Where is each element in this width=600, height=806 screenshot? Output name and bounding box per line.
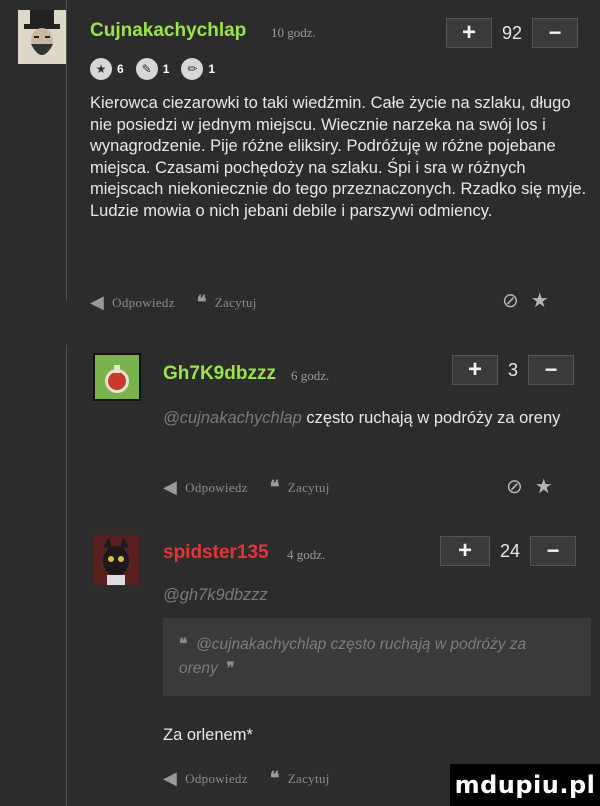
upvote-button[interactable]: +	[446, 18, 492, 48]
quote-label: Zacytuj	[287, 479, 330, 495]
reply-label: Odpowiedz	[185, 770, 248, 786]
upvote-button[interactable]: +	[452, 355, 498, 385]
reply-arrow-icon: ◀	[90, 292, 105, 313]
medal-icon: ★	[90, 58, 112, 80]
quote-icon: ❝	[196, 292, 207, 313]
vote-score: 3	[507, 359, 518, 380]
quote-link[interactable]: ❝ Zacytuj	[197, 292, 257, 313]
quote-icon: ❝	[269, 768, 280, 789]
username[interactable]: Cujnakachychlap	[90, 20, 246, 42]
vote-widget: + 24 −	[440, 536, 576, 566]
quote-link[interactable]: ❝ Zacytuj	[270, 768, 330, 789]
tool-icon: ✏	[181, 58, 204, 80]
reply-label: Odpowiedz	[185, 479, 248, 495]
flag-icon[interactable]: ⊘	[506, 474, 523, 498]
comment-body: Za orlenem*	[163, 726, 253, 744]
reply-link[interactable]: ◀ Odpowiedz	[163, 477, 248, 498]
thread-line	[66, 0, 67, 300]
comment-actions: ◀ Odpowiedz ❝ Zacytuj	[163, 477, 352, 498]
user-mention[interactable]: @gh7k9dbzzz	[163, 585, 268, 607]
comment-actions: ◀ Odpowiedz ❝ Zacytuj	[90, 292, 279, 313]
vote-score: 92	[501, 22, 523, 43]
badge-count: 1	[162, 62, 170, 76]
vote-widget: + 3 −	[452, 355, 574, 385]
comment-tools: ⊘ ★	[494, 474, 553, 498]
brush-icon: ✎	[135, 58, 158, 80]
badge-count: 6	[117, 62, 124, 76]
quote-open-icon: ❝	[179, 634, 188, 653]
avatar[interactable]	[93, 353, 141, 401]
avatar[interactable]	[93, 535, 139, 585]
downvote-button[interactable]: −	[532, 18, 578, 48]
quote-close-icon: ❞	[226, 658, 235, 677]
comment-actions: ◀ Odpowiedz ❝ Zacytuj	[163, 768, 352, 789]
star-icon[interactable]: ★	[535, 474, 553, 498]
badge: ★ 6	[90, 58, 124, 80]
badge-count: 1	[208, 62, 216, 76]
avatar[interactable]	[18, 10, 66, 64]
downvote-button[interactable]: −	[528, 355, 574, 385]
comment-body: @cujnakachychlap często ruchają w podróż…	[163, 408, 588, 430]
badge: ✏ 1	[181, 58, 215, 80]
reply-arrow-icon: ◀	[163, 477, 178, 498]
badge: ✎ 1	[135, 58, 170, 80]
upvote-button[interactable]: +	[440, 536, 490, 566]
quoted-comment: ❝ @cujnakachychlap często ruchają w podr…	[163, 618, 591, 696]
vote-widget: + 92 −	[446, 18, 578, 48]
thread-line	[66, 345, 67, 806]
quote-label: Zacytuj	[287, 770, 330, 786]
username[interactable]: Gh7K9dbzzz	[163, 363, 276, 385]
quote-link[interactable]: ❝ Zacytuj	[270, 477, 330, 498]
timestamp: 6 godz.	[291, 368, 330, 383]
timestamp: 4 godz.	[287, 547, 326, 562]
timestamp: 10 godz.	[271, 25, 316, 40]
quote-label: Zacytuj	[214, 294, 257, 310]
reply-link[interactable]: ◀ Odpowiedz	[90, 292, 175, 313]
comment-tools: ⊘ ★	[490, 288, 549, 312]
username[interactable]: spidster135	[163, 542, 269, 564]
quote-icon: ❝	[269, 477, 280, 498]
user-mention[interactable]: @cujnakachychlap	[163, 409, 302, 427]
flag-icon[interactable]: ⊘	[502, 288, 519, 312]
reply-label: Odpowiedz	[112, 294, 175, 310]
star-icon[interactable]: ★	[531, 288, 549, 312]
comment-body: Kierowca ciezarowki to taki wiedźmin. Ca…	[90, 94, 587, 220]
comment-text: często ruchają w podróży za oreny	[306, 409, 561, 427]
site-watermark: mdupiu.pl	[450, 764, 600, 806]
downvote-button[interactable]: −	[530, 536, 576, 566]
badges: ★ 6 ✎ 1 ✏ 1	[90, 58, 227, 80]
vote-score: 24	[499, 540, 521, 561]
reply-link[interactable]: ◀ Odpowiedz	[163, 768, 248, 789]
reply-arrow-icon: ◀	[163, 768, 178, 789]
